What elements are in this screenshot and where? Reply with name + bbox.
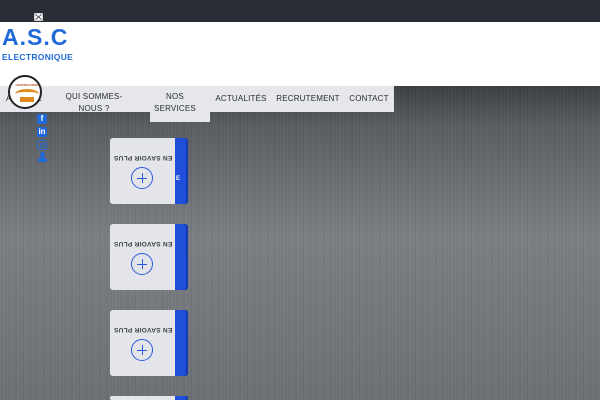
badge-mark-icon xyxy=(20,97,34,102)
card-label: EN SAVOIR PLUS xyxy=(113,154,173,161)
badge-text: CERTIFICATION xyxy=(15,83,39,87)
card-face: EN SAVOIR PLUS xyxy=(110,310,176,376)
card-face: EN SAVOIR PLUS xyxy=(110,138,176,204)
main-nav: ACCUEIL QUI SOMMES-NOUS ? NOS SERVICES A… xyxy=(0,86,394,114)
top-bar xyxy=(0,0,600,22)
nav-item-qui-sommes-nous[interactable]: QUI SOMMES-NOUS ? xyxy=(54,92,134,114)
logo-subtitle: ELECTRONIQUE xyxy=(2,52,74,62)
facebook-icon[interactable]: f xyxy=(37,114,47,124)
plus-circle-icon[interactable] xyxy=(131,253,153,275)
service-card-partial[interactable] xyxy=(110,396,188,400)
service-card[interactable]: EN SAVOIR PLUS xyxy=(110,310,188,376)
mail-icon[interactable] xyxy=(34,13,43,21)
site-header: A.S.C ELECTRONIQUE xyxy=(0,22,600,86)
plus-circle-icon[interactable] xyxy=(131,167,153,189)
card-tag: E xyxy=(176,176,181,182)
plus-circle-icon[interactable] xyxy=(131,339,153,361)
nav-item-actualites[interactable]: ACTUALITÉS xyxy=(214,86,268,112)
nav-item-contact[interactable]: CONTACT xyxy=(346,86,392,112)
card-side-strip: E xyxy=(175,138,188,204)
linkedin-icon[interactable]: in xyxy=(37,127,47,137)
site-logo[interactable]: A.S.C ELECTRONIQUE xyxy=(0,24,80,62)
service-card[interactable]: EN SAVOIR PLUS xyxy=(110,224,188,290)
service-card[interactable]: EN SAVOIR PLUS E xyxy=(110,138,188,204)
certification-badge[interactable]: CERTIFICATION xyxy=(8,75,42,109)
nav-item-nos-services[interactable]: NOS SERVICES xyxy=(152,92,198,114)
card-side-strip xyxy=(175,310,188,376)
nav-subpanel xyxy=(150,112,210,122)
instagram-icon[interactable] xyxy=(37,140,47,150)
logo-letters: A.S.C xyxy=(2,24,69,50)
card-label: EN SAVOIR PLUS xyxy=(113,326,173,333)
card-face xyxy=(110,396,176,400)
card-side-strip xyxy=(175,396,188,400)
user-icon[interactable] xyxy=(37,152,47,162)
nav-item-recrutement[interactable]: RECRUTEMENT xyxy=(276,86,340,112)
card-side-strip xyxy=(175,224,188,290)
card-label: EN SAVOIR PLUS xyxy=(113,240,173,247)
hero-section xyxy=(0,86,600,400)
card-face: EN SAVOIR PLUS xyxy=(110,224,176,290)
